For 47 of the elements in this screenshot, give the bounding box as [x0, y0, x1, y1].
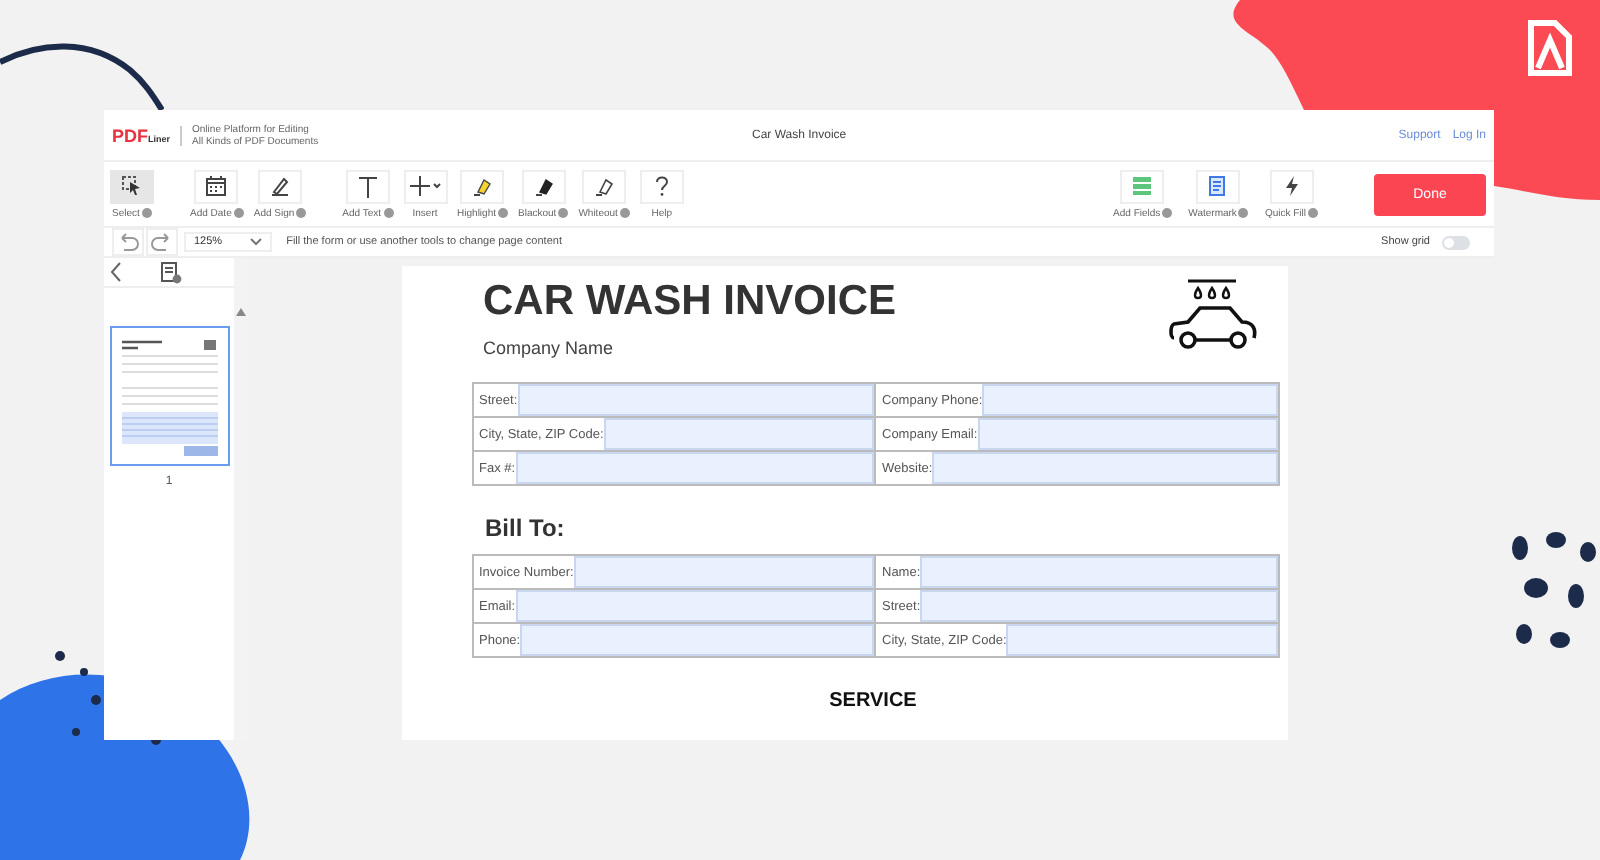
info-icon [141, 208, 152, 218]
input-field[interactable] [517, 384, 874, 416]
info-icon [296, 208, 307, 218]
lightning-icon [1283, 176, 1300, 196]
fields-icon [1132, 176, 1153, 196]
input-field[interactable] [515, 452, 874, 484]
input-field[interactable] [515, 590, 874, 622]
document-icon [1208, 176, 1229, 196]
pages-icon[interactable] [160, 261, 182, 283]
pdf-logo-icon [1528, 20, 1572, 76]
chevron-icon [250, 238, 263, 246]
section-heading: SERVICE [827, 690, 919, 712]
info-icon [1238, 208, 1249, 218]
section-heading: Bill To: [485, 514, 567, 542]
input-field[interactable] [603, 418, 874, 450]
info-icon [498, 208, 508, 218]
plus-icon [409, 176, 442, 196]
info-icon [619, 208, 630, 218]
input-field[interactable] [920, 590, 1277, 622]
input-field[interactable] [932, 452, 1277, 484]
info-icon [558, 208, 569, 218]
input-field[interactable] [977, 418, 1277, 450]
invoice-title: CAR WASH INVOICE [483, 278, 897, 326]
eraser-icon [594, 176, 615, 196]
text-icon [357, 175, 378, 197]
undo-icon[interactable] [112, 228, 144, 256]
back-icon[interactable] [110, 262, 122, 282]
page-thumbnail[interactable] [109, 326, 229, 466]
car-wash-icon [1167, 278, 1259, 354]
question-icon [653, 176, 670, 196]
calendar-icon [206, 176, 227, 196]
scroll-up-icon[interactable] [236, 308, 246, 316]
pen-icon [270, 176, 290, 196]
company-name: Company Name [483, 338, 616, 358]
input-field[interactable] [920, 556, 1277, 588]
marker-icon [472, 176, 493, 196]
input-field[interactable] [982, 384, 1277, 416]
grid-toggle[interactable] [1442, 235, 1470, 249]
info-icon [1162, 208, 1173, 218]
input-field[interactable] [1006, 624, 1277, 656]
info-icon [1308, 208, 1318, 218]
input-field[interactable] [573, 556, 874, 588]
info-icon [233, 208, 244, 218]
cursor-icon [122, 176, 142, 196]
marker-icon [533, 176, 554, 196]
info-icon [383, 208, 394, 218]
input-field[interactable] [520, 624, 874, 656]
